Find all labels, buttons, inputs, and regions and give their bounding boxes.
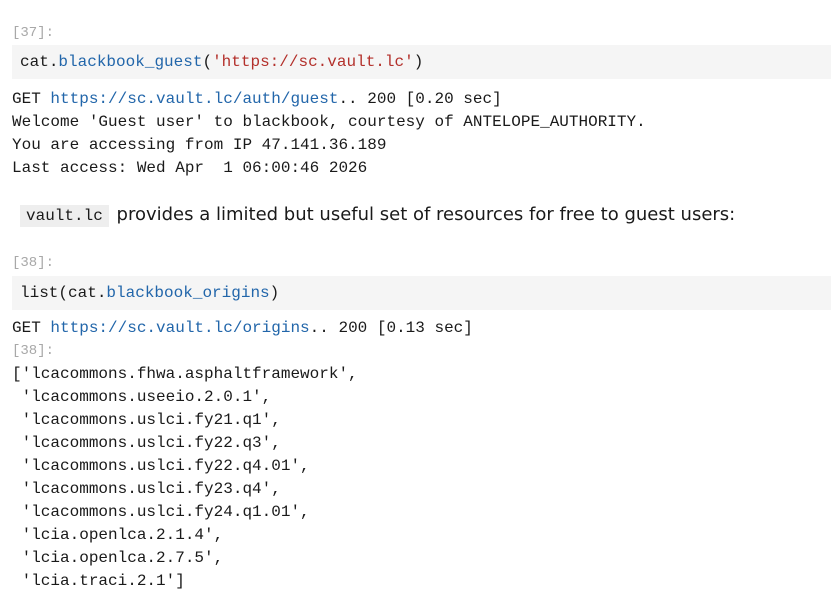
code-cell-input[interactable]: cat.blackbook_guest('https://sc.vault.lc…: [12, 45, 831, 79]
code-method: blackbook_origins: [106, 284, 270, 302]
code-object: cat: [20, 53, 49, 71]
list-item: ['lcacommons.fhwa.asphaltframework',: [12, 365, 358, 383]
list-item: 'lcia.openlca.2.1.4',: [12, 526, 224, 544]
code-string-arg: 'https://sc.vault.lc': [212, 53, 414, 71]
code-dot: .: [96, 284, 107, 302]
list-item: 'lcacommons.useeio.2.0.1',: [12, 388, 272, 406]
list-item: 'lcacommons.uslci.fy23.q4',: [12, 480, 281, 498]
get-status: .. 200 [0.13 sec]: [309, 319, 473, 337]
get-status: .. 200 [0.20 sec]: [338, 90, 502, 108]
get-prefix: GET: [12, 90, 51, 108]
output-get-line: GET https://sc.vault.lc/origins.. 200 [0…: [12, 317, 473, 340]
list-item: 'lcacommons.uslci.fy21.q1',: [12, 411, 281, 429]
code-paren-close: ): [413, 53, 424, 71]
code-method: blackbook_guest: [58, 53, 203, 71]
cell-prompt: [38]:: [12, 255, 55, 271]
markdown-text: provides a limited but useful set of res…: [110, 204, 736, 225]
code-paren-open: (: [202, 53, 213, 71]
output-line: Welcome 'Guest user' to blackbook, court…: [12, 113, 646, 131]
list-item: 'lcia.traci.2.1']: [12, 572, 185, 590]
get-url[interactable]: https://sc.vault.lc/origins: [50, 319, 309, 337]
markdown-cell: vault.lc provides a limited but useful s…: [20, 202, 735, 229]
output-get-line: GET https://sc.vault.lc/auth/guest.. 200…: [12, 88, 646, 111]
list-item: 'lcacommons.uslci.fy24.q1.01',: [12, 503, 310, 521]
get-prefix: GET: [12, 319, 51, 337]
list-item: 'lcia.openlca.2.7.5',: [12, 549, 224, 567]
code-dot: .: [48, 53, 59, 71]
cell-output: GET https://sc.vault.lc/origins.. 200 [0…: [12, 317, 473, 593]
list-item: 'lcacommons.uslci.fy22.q3',: [12, 434, 281, 452]
get-url[interactable]: https://sc.vault.lc/auth/guest: [50, 90, 338, 108]
code-cell-input[interactable]: list(cat.blackbook_origins): [12, 276, 831, 310]
cell-prompt: [37]:: [12, 25, 55, 41]
output-line: Last access: Wed Apr 1 06:00:46 2026: [12, 159, 368, 177]
cell-output: GET https://sc.vault.lc/auth/guest.. 200…: [12, 88, 646, 180]
code-paren-close: ): [269, 284, 280, 302]
code-call-prefix: list(cat: [20, 284, 97, 302]
list-item: 'lcacommons.uslci.fy22.q4.01',: [12, 457, 310, 475]
inline-code: vault.lc: [20, 205, 109, 227]
result-prompt: [38]:: [12, 343, 55, 359]
output-line: You are accessing from IP 47.141.36.189: [12, 136, 387, 154]
